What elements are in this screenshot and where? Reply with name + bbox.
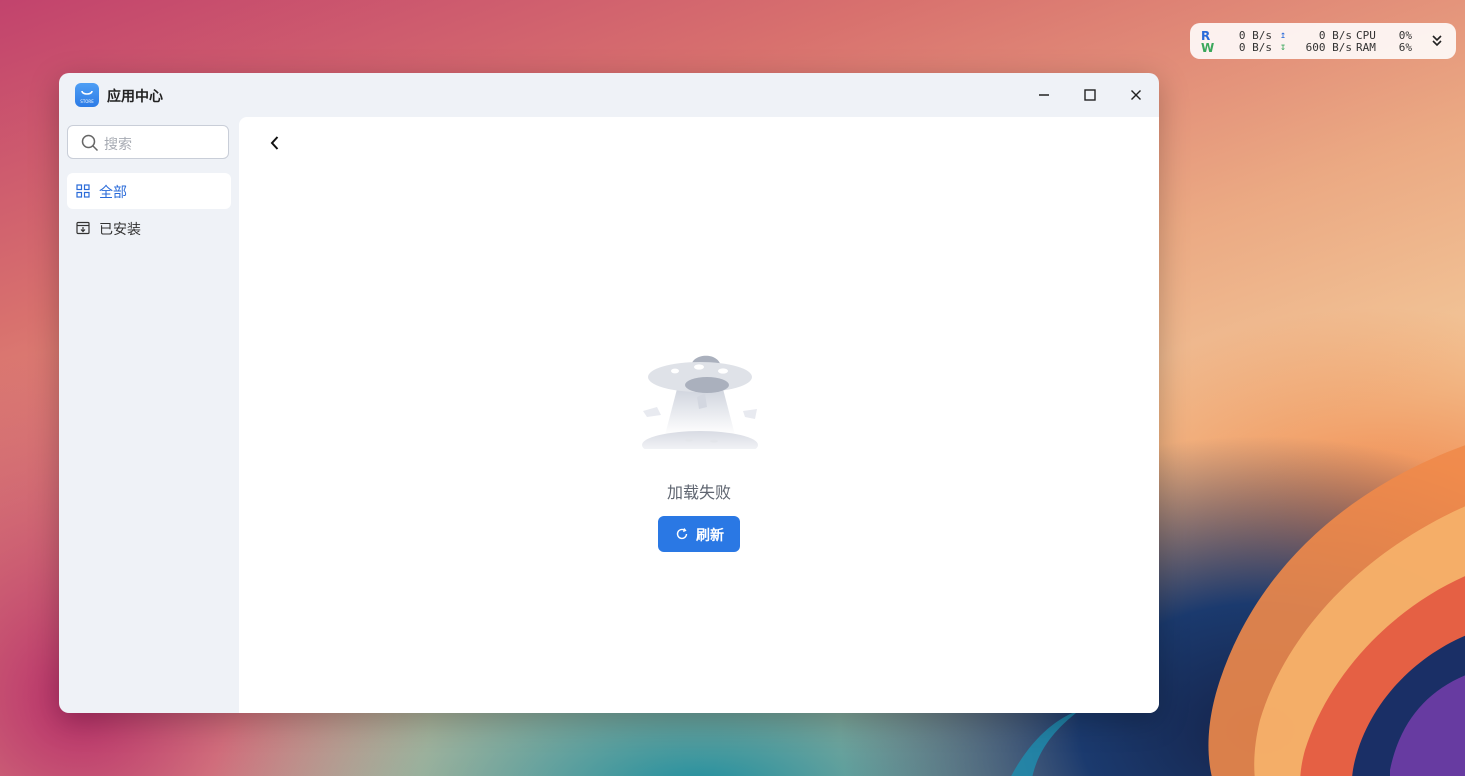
minimize-icon[interactable] <box>1033 84 1055 106</box>
app-store-icon: STORE <box>75 83 99 107</box>
app-center-window: STORE 应用中心 搜索 全部 已安装 加载失败 刷新 <box>59 73 1159 713</box>
download-rate: 600 B/s <box>1305 41 1352 54</box>
refresh-button[interactable]: 刷新 <box>658 516 740 552</box>
chevron-double-down-icon[interactable] <box>1430 32 1444 50</box>
search-icon <box>81 134 99 152</box>
grid-icon <box>76 184 90 198</box>
sidebar-item-installed[interactable]: 已安装 <box>67 210 231 246</box>
ram-label: RAM <box>1356 41 1376 54</box>
system-monitor-widget: R W 0 B/s 0 B/s ↥ ↧ 0 B/s 600 B/s CPU RA… <box>1190 23 1456 59</box>
main-content: 加载失败 刷新 <box>239 117 1159 713</box>
upload-arrow-icon: ↥ <box>1280 30 1287 41</box>
refresh-button-label: 刷新 <box>696 528 724 544</box>
installed-box-icon <box>76 221 90 235</box>
sidebar-item-label: 已安装 <box>99 222 141 238</box>
chevron-left-icon[interactable] <box>267 133 283 153</box>
desktop: R W 0 B/s 0 B/s ↥ ↧ 0 B/s 600 B/s CPU RA… <box>0 0 1465 776</box>
window-title: 应用中心 <box>107 89 163 105</box>
sidebar-item-label: 全部 <box>99 185 127 201</box>
sidebar-item-all[interactable]: 全部 <box>67 173 231 209</box>
sidebar: 搜索 全部 已安装 <box>59 117 239 713</box>
search-placeholder: 搜索 <box>104 137 132 153</box>
write-label: W <box>1201 41 1215 55</box>
close-icon[interactable] <box>1125 84 1147 106</box>
maximize-icon[interactable] <box>1079 84 1101 106</box>
title-bar[interactable]: STORE 应用中心 <box>59 73 1159 117</box>
refresh-icon <box>676 528 688 540</box>
download-arrow-icon: ↧ <box>1280 42 1287 53</box>
ram-value: 6% <box>1398 41 1412 54</box>
search-input[interactable]: 搜索 <box>67 125 229 159</box>
svg-text:STORE: STORE <box>80 99 94 104</box>
error-message: 加载失败 <box>666 483 731 502</box>
ufo-illustration-icon <box>642 355 758 449</box>
disk-write-rate: 0 B/s <box>1238 41 1272 54</box>
